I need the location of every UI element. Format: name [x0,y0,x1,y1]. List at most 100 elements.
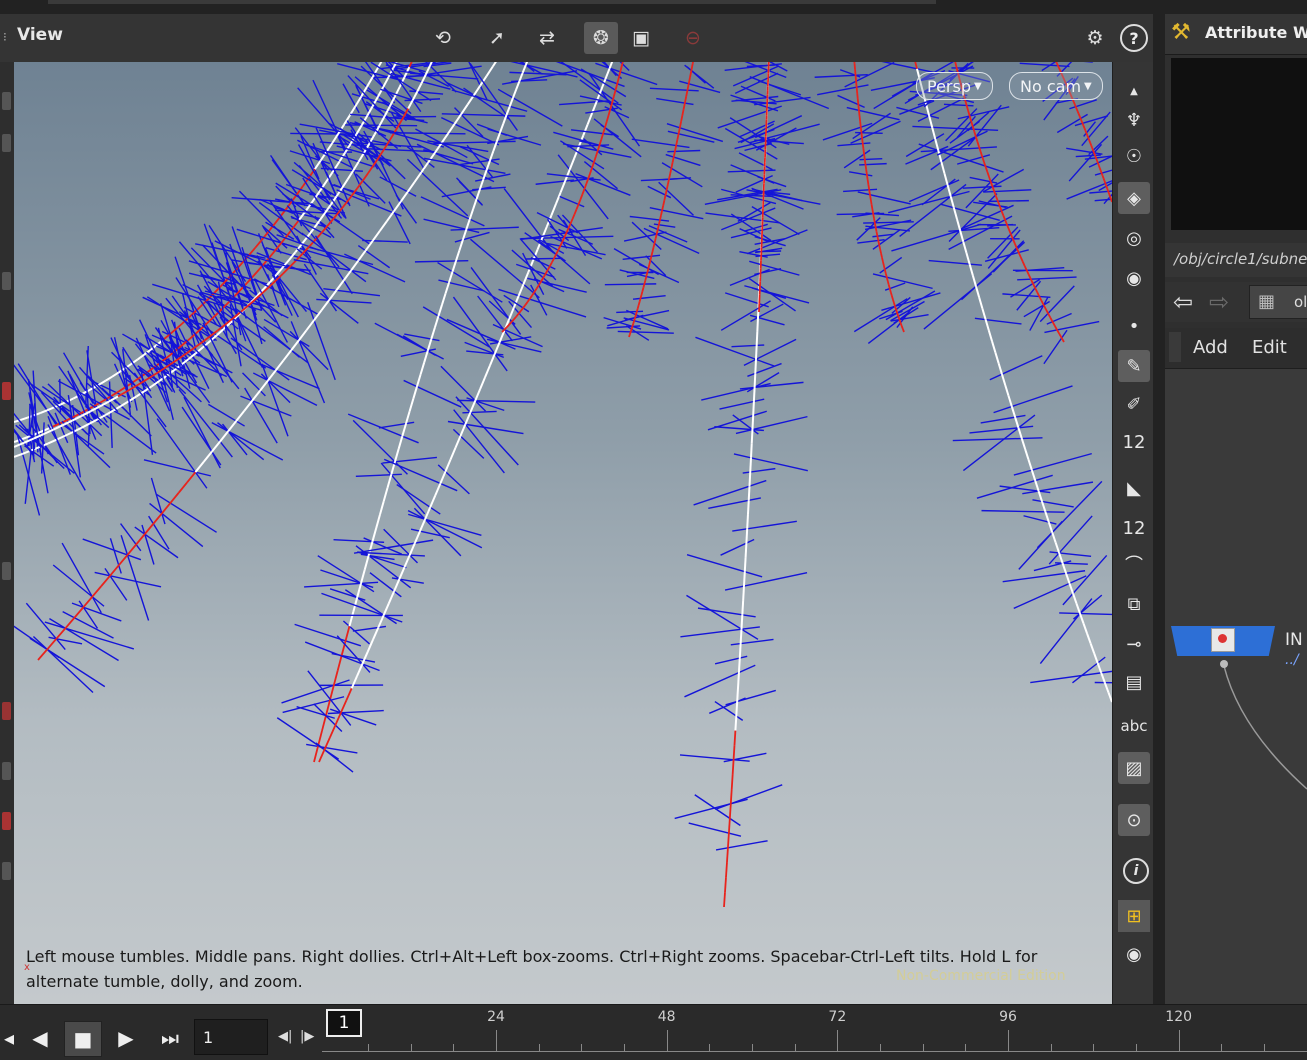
normal-icon[interactable]: ⌒ [1118,548,1150,580]
curve-segment [509,307,514,319]
curve-segment [1077,604,1081,614]
curve-segment [89,420,97,424]
pane-grip-icon[interactable]: ⁝ [3,30,11,44]
normal-spike [666,155,701,166]
point-display-icon[interactable]: • [1118,310,1150,342]
curve-segment [743,586,744,600]
curve-segment [631,329,632,332]
step-forward-icon[interactable]: |▶ [300,1029,314,1044]
visibility-icon[interactable]: ◉ [1118,938,1150,970]
shelf-handle[interactable] [2,382,11,400]
curve-segment [459,240,462,251]
scroll-up-icon[interactable]: ▲ [1118,84,1150,98]
ghost-icon[interactable]: ◎ [1118,222,1150,254]
frame-input[interactable]: 1 [194,1019,268,1055]
camera-light-icon[interactable]: ☉ [1118,140,1150,172]
normal-spike [1076,155,1101,157]
normal-spike [345,590,396,624]
uv-icon[interactable]: ⧉ [1118,588,1150,620]
subnet-input-node[interactable] [1171,626,1275,656]
ghost-other-icon[interactable]: ◉ [1118,262,1150,294]
curve-segment [858,99,859,105]
curve-segment [322,300,329,310]
shelf-handle[interactable] [2,272,11,290]
curve-segment [752,416,753,430]
cam-select-menu[interactable]: No cam▼ [1009,72,1103,100]
transform-tool-icon[interactable]: ⇄ [530,22,564,54]
prim-number-icon[interactable]: 12 [1118,512,1150,544]
curve-segment [389,591,394,603]
pencil-icon[interactable]: ✎ [1118,350,1150,382]
curve-segment [523,65,526,73]
normal-spike [701,384,770,400]
snapshot-tool-icon[interactable]: ▣ [624,22,658,54]
display-options-icon[interactable]: ⚙ [1078,22,1112,54]
info-icon[interactable]: i [1123,858,1149,884]
network-view[interactable]: IN ../ [1165,369,1307,1004]
pane-divider[interactable] [1153,0,1165,1059]
play-reverse-icon[interactable]: ◀ [24,1021,56,1055]
normal-spike [695,795,741,826]
camera-menu[interactable]: Persp▼ [916,72,993,100]
menu-add[interactable]: Add [1193,337,1228,358]
curve-segment [616,84,618,90]
point-number-icon[interactable]: 12 [1118,426,1150,458]
pin-icon[interactable]: ⊙ [1118,804,1150,836]
jump-end-icon[interactable]: ⏭ [150,1021,190,1055]
background-image-icon[interactable]: ▨ [1118,752,1150,784]
normal-spike [290,133,352,134]
normal-spike [618,331,674,333]
normal-spike [345,125,417,126]
parameter-panel[interactable] [1171,58,1307,230]
record-tool-icon[interactable]: ⊖ [676,22,710,54]
curve-segment [674,151,675,157]
forward-arrow-icon[interactable]: ⇨ [1209,288,1229,316]
help-button[interactable]: ? [1120,24,1148,52]
timeline-ruler[interactable]: 1 24487296120 [322,1005,1307,1060]
menu-edit[interactable]: Edit [1252,337,1287,358]
shelf-handle[interactable] [2,812,11,830]
tumble-tool-icon[interactable]: ⟲ [426,22,460,54]
curve-segment [378,62,384,67]
stop-icon[interactable]: ■ [64,1021,102,1057]
network-selector[interactable]: ▦ ol [1249,285,1307,319]
curve-segment [187,472,195,482]
curve-segment [41,410,48,413]
primitive-icon[interactable]: ◣ [1118,472,1150,504]
light-icon[interactable]: ♆ [1118,104,1150,136]
shelf-handle[interactable] [2,862,11,880]
curve-segment [399,567,404,579]
shading-icon[interactable]: ◈ [1118,182,1150,214]
node-output-connector[interactable] [1220,660,1228,668]
select-tool-icon[interactable]: ➚ [480,22,514,54]
scene-viewport[interactable]: Persp▼ No cam▼ x Left mouse tumbles. Mid… [14,62,1112,1004]
network-path-bar[interactable]: /obj/circle1/subnet [1165,243,1307,277]
curve-segment [415,531,420,543]
step-back-icon[interactable]: ◀| [278,1029,292,1044]
curve-segment [99,381,105,385]
jump-start-icon[interactable]: ◂ [0,1021,18,1055]
curve-segment [490,354,495,366]
shelf-handle[interactable] [2,92,11,110]
shelf-handle[interactable] [2,134,11,152]
curve-segment [1097,160,1098,163]
play-forward-icon[interactable]: ▶ [110,1021,142,1055]
curve-segment [896,310,897,313]
text-display-icon[interactable]: abc [1118,710,1150,742]
curve-segment [1042,501,1045,511]
shelf-handle[interactable] [2,562,11,580]
vector-icon[interactable]: ⊸ [1118,628,1150,660]
back-arrow-icon[interactable]: ⇦ [1173,288,1193,316]
brush-icon[interactable]: ✐ [1118,388,1150,420]
bbox-icon[interactable]: ▤ [1118,666,1150,698]
view-mode-tool-icon[interactable]: ❂ [584,22,618,54]
curve-segment [655,239,656,243]
curve-segment [1035,288,1037,292]
shelf-handle[interactable] [2,762,11,780]
shelf-handle[interactable] [2,702,11,720]
side-handle[interactable] [1169,332,1181,362]
normal-spike [744,339,796,365]
current-frame-marker[interactable]: 1 [326,1009,362,1037]
grid-layout-icon[interactable]: ⊞ [1118,900,1150,932]
curve-segment [455,436,460,448]
